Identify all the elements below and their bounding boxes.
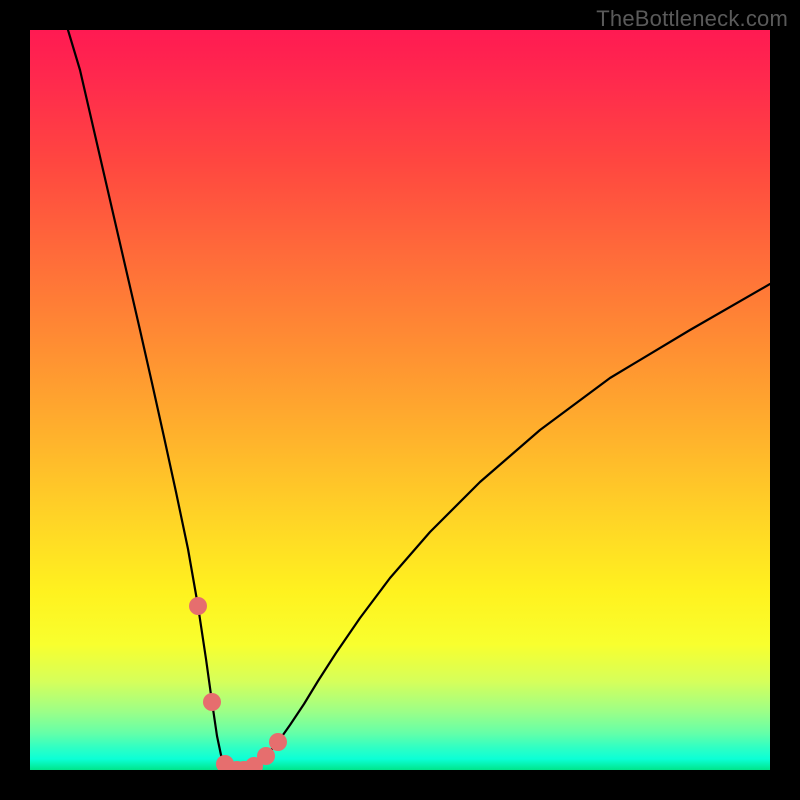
plot-area xyxy=(30,30,770,770)
curve-marker xyxy=(257,747,275,765)
bottleneck-curve-svg xyxy=(30,30,770,770)
watermark-text: TheBottleneck.com xyxy=(596,6,788,32)
curve-marker xyxy=(269,733,287,751)
curve-marker xyxy=(189,597,207,615)
curve-marker xyxy=(203,693,221,711)
outer-frame: TheBottleneck.com xyxy=(0,0,800,800)
bottleneck-curve xyxy=(68,30,770,770)
marker-group xyxy=(189,597,287,770)
